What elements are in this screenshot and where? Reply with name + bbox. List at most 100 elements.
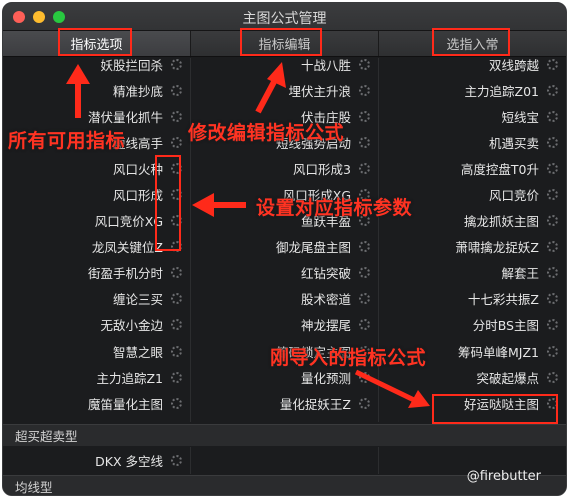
gear-icon[interactable] (547, 345, 558, 357)
annotation-edit-formula: 修改编辑指标公式 (188, 122, 345, 144)
title-bar: 主图公式管理 (3, 3, 566, 31)
gear-icon[interactable] (547, 319, 558, 331)
indicator-item[interactable]: 缠论三买 (3, 286, 190, 312)
indicator-label: 高度控盘T0升 (460, 161, 539, 177)
empty-cell (191, 447, 379, 474)
gear-icon[interactable] (171, 345, 182, 357)
gear-icon[interactable] (547, 162, 558, 174)
gear-icon[interactable] (171, 110, 182, 122)
indicator-label: DKX 多空线 (95, 454, 163, 469)
indicator-item[interactable]: 解套王 (379, 260, 566, 286)
highlight-tab-options (58, 28, 132, 56)
section-overbought-oversold[interactable]: 超买超卖型 (3, 424, 566, 446)
indicator-label: 风口形成3 (293, 161, 351, 177)
indicator-label: 主力追踪Z01 (464, 83, 539, 99)
gear-icon[interactable] (171, 371, 182, 383)
indicator-label: 缠论三买 (112, 292, 163, 308)
highlight-tab-common (432, 28, 510, 56)
gear-icon[interactable] (547, 189, 558, 201)
indicator-label: 解套王 (501, 266, 539, 282)
indicator-label: 擒龙抓妖主图 (463, 214, 539, 230)
indicator-item[interactable]: 妖股拦回杀 (3, 58, 190, 77)
indicator-label: 筹码单峰MJZ1 (458, 344, 539, 360)
gear-icon[interactable] (171, 319, 182, 331)
gear-icon[interactable] (171, 136, 182, 148)
indicator-label: 神龙摆尾 (300, 318, 351, 334)
gear-icon[interactable] (359, 136, 370, 148)
gear-icon[interactable] (171, 267, 182, 279)
indicator-item[interactable]: 无敌小金边 (3, 312, 190, 338)
gear-icon[interactable] (359, 397, 370, 409)
indicator-item[interactable]: 十七彩共振Z (379, 286, 566, 312)
indicator-item[interactable]: 神龙摆尾 (191, 312, 378, 338)
gear-icon[interactable] (359, 58, 370, 70)
indicator-item[interactable]: 量化捉妖王Z (191, 390, 378, 416)
gear-icon[interactable] (547, 267, 558, 279)
gear-icon[interactable] (359, 319, 370, 331)
gear-icon[interactable] (547, 110, 558, 122)
gear-icon[interactable] (359, 267, 370, 279)
gear-icon[interactable] (547, 215, 558, 227)
indicator-label: 魔笛量化主图 (87, 396, 163, 412)
indicator-label: 妖股拦回杀 (100, 58, 163, 73)
indicator-label: 量化预测 (300, 370, 351, 386)
indicator-item[interactable]: 高度控盘T0升 (379, 155, 566, 181)
indicator-item[interactable]: 机遇买卖 (379, 129, 566, 155)
gear-icon[interactable] (359, 241, 370, 253)
indicator-label: 风口竞价XG (94, 214, 163, 230)
indicator-label: 精准抄底 (112, 83, 163, 99)
indicator-label: 十七彩共振Z (467, 292, 539, 308)
gear-icon[interactable] (547, 136, 558, 148)
gear-icon[interactable] (547, 84, 558, 96)
watermark-text: @firebutter (466, 469, 541, 484)
indicator-item[interactable]: 精准抄底 (3, 77, 190, 103)
indicator-item[interactable]: 智慧之眼 (3, 338, 190, 364)
gear-icon[interactable] (171, 293, 182, 305)
gear-icon[interactable] (171, 455, 182, 466)
indicator-label: 股术密道 (300, 292, 351, 308)
gear-icon[interactable] (359, 293, 370, 305)
indicator-label: 机遇买卖 (488, 135, 539, 151)
indicator-label: 分时BS主图 (472, 318, 539, 334)
indicator-label: 街盈手机分时 (87, 266, 163, 282)
indicator-label: 十战八胜 (300, 58, 351, 73)
indicator-label: 突破起爆点 (476, 370, 539, 386)
gear-icon[interactable] (359, 110, 370, 122)
indicator-item[interactable]: 主力追踪Z01 (379, 77, 566, 103)
indicator-label: 无敌小金边 (100, 318, 163, 334)
gear-icon[interactable] (359, 162, 370, 174)
indicator-item[interactable]: 股术密道 (191, 286, 378, 312)
indicator-label: 萧啸擒龙捉妖Z (455, 240, 539, 256)
indicator-item[interactable]: 分时BS主图 (379, 312, 566, 338)
annotation-set-params: 设置对应指标参数 (256, 197, 413, 219)
gear-icon[interactable] (171, 84, 182, 96)
indicator-label: 红钻突破 (300, 266, 351, 282)
indicator-item[interactable]: 埋伏主升浪 (191, 77, 378, 103)
gear-icon[interactable] (547, 241, 558, 253)
indicator-label: 双线跨越 (488, 58, 539, 73)
indicator-item[interactable]: 街盈手机分时 (3, 260, 190, 286)
gear-icon[interactable] (547, 371, 558, 383)
indicator-label: 主力追踪Z1 (96, 370, 163, 386)
gear-icon[interactable] (359, 371, 370, 383)
indicator-label: 潜伏量化抓牛 (87, 109, 163, 125)
gear-icon[interactable] (359, 84, 370, 96)
indicator-item[interactable]: DKX 多空线 (3, 447, 191, 474)
gear-icon[interactable] (547, 293, 558, 305)
indicator-item[interactable]: 萧啸擒龙捉妖Z (379, 234, 566, 260)
indicator-item[interactable]: 魔笛量化主图 (3, 390, 190, 416)
indicator-item[interactable]: 风口形成3 (191, 155, 378, 181)
indicator-item[interactable]: 红钻突破 (191, 260, 378, 286)
indicator-item[interactable]: 御龙尾盘主图 (191, 234, 378, 260)
indicator-item[interactable]: 双线跨越 (379, 58, 566, 77)
gear-icon[interactable] (171, 397, 182, 409)
indicator-label: 风口竞价 (488, 188, 539, 204)
highlight-gear-icons (155, 155, 181, 251)
indicator-item[interactable]: 十战八胜 (191, 58, 378, 77)
indicator-item[interactable]: 短线宝 (379, 103, 566, 129)
gear-icon[interactable] (171, 58, 182, 70)
indicator-item[interactable]: 主力追踪Z1 (3, 364, 190, 390)
annotation-just-imported: 刚导入的指标公式 (270, 347, 427, 369)
gear-icon[interactable] (547, 58, 558, 70)
indicator-label: 量化捉妖王Z (279, 396, 351, 412)
